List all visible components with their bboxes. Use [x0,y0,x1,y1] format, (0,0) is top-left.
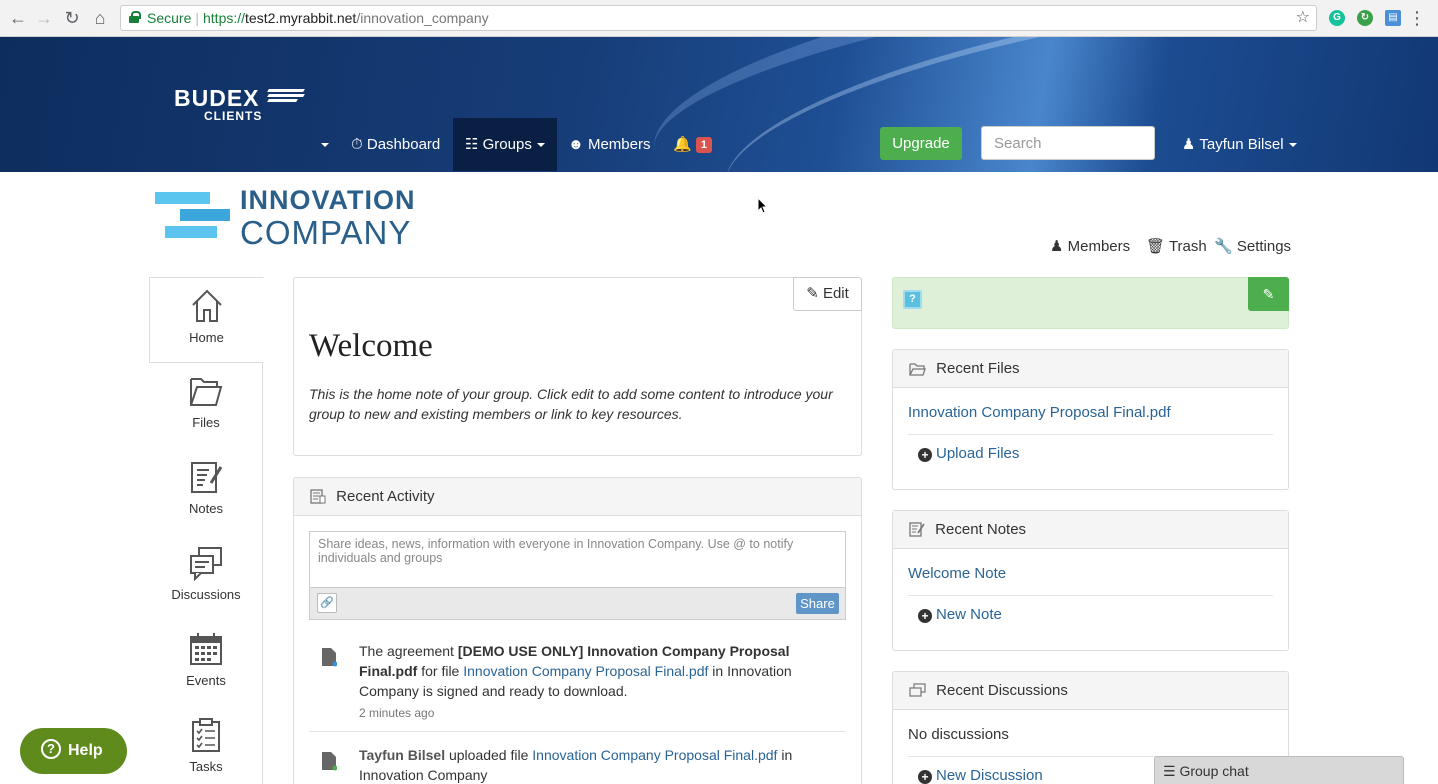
recent-notes-header: Recent Notes [893,511,1288,549]
recent-file-link[interactable]: Innovation Company Proposal Final.pdf [893,404,1171,421]
user-icon: ♟ [1050,238,1064,255]
user-menu[interactable]: ♟ Tayfun Bilsel [1182,118,1297,171]
company-trash-link[interactable]: 🗑 Trash [1146,237,1207,255]
group-sidebar: Home Files Notes Discussions Events Task… [149,277,264,784]
note-icon [909,522,925,537]
browser-menu-icon[interactable]: ⋮ [1408,8,1426,29]
lock-icon [129,11,141,23]
upload-files-link[interactable]: + Upload Files [918,445,1019,462]
activity-timestamp: 2 minutes ago [359,706,435,720]
sitemap-icon: ☷ [465,136,479,153]
new-discussion-link[interactable]: + New Discussion [918,767,1043,784]
nav-groups[interactable]: ☷ Groups [453,118,557,171]
activity-user-name[interactable]: Tayfun Bilsel [359,747,445,763]
budex-logo[interactable]: BUDEX CLIENTS [174,87,305,123]
document-icon [322,752,337,771]
refresh-extension-icon[interactable]: ↻ [1357,10,1373,26]
mouse-cursor-icon [757,197,769,214]
link-icon[interactable]: 🔗 [317,593,337,613]
info-box: ? ✎ [892,277,1289,329]
no-discussions-text: No discussions [908,726,1009,743]
bell-icon: 🔔 [673,136,692,153]
discussions-icon [190,547,222,581]
trash-icon: 🗑 [1146,238,1166,255]
share-toolbar: 🔗 Share [310,587,845,619]
list-icon: ☰ [1163,763,1176,779]
edit-button[interactable]: ✎ Edit [793,277,862,311]
forward-icon[interactable]: → [34,8,54,28]
search-input[interactable] [981,126,1155,160]
new-note-link[interactable]: + New Note [918,606,1002,623]
recent-notes-panel: Recent Notes Welcome Note + New Note [892,510,1289,651]
bookmark-star-icon[interactable]: ☆ [1296,6,1310,30]
note-icon [191,462,223,493]
company-members-link[interactable]: ♟ Members [1050,237,1130,255]
recent-files-panel: Recent Files Innovation Company Proposal… [892,349,1289,490]
activity-item: Tayfun Bilsel uploaded file Innovation C… [309,745,846,784]
pencil-icon: ✎ [806,285,819,302]
clipboard-icon [192,718,220,752]
welcome-title: Welcome [309,328,433,364]
folder-open-icon [190,378,223,406]
company-settings-link[interactable]: 🔧 Settings [1214,237,1291,255]
notification-badge: 1 [695,137,712,154]
activity-file-link[interactable]: Innovation Company Proposal Final.pdf [463,663,708,679]
nav-dropdown-toggle[interactable] [316,118,329,171]
folder-icon [909,363,926,376]
reload-icon[interactable]: ↻ [62,8,82,28]
sidebar-item-tasks[interactable]: Tasks [149,707,263,784]
calendar-icon [190,633,222,665]
grammarly-extension-icon[interactable]: G [1329,10,1345,26]
company-name: INNOVATION COMPANY [240,185,416,251]
welcome-panel: ✎ Edit Welcome This is the home note of … [293,277,862,456]
discussions-icon [909,683,926,697]
sidebar-item-files[interactable]: Files [149,363,263,449]
recent-files-header: Recent Files [893,350,1288,388]
sidebar-item-notes[interactable]: Notes [149,449,263,535]
activity-item: The agreement [DEMO USE ONLY] Innovation… [309,641,846,723]
share-button[interactable]: Share [796,593,839,614]
wrench-icon: 🔧 [1214,238,1233,255]
url-protocol: https:// [203,10,246,26]
welcome-text: This is the home note of your group. Cli… [309,386,833,422]
share-box: 🔗 Share [309,531,846,620]
url-path: /innovation_company [356,10,489,26]
browser-toolbar: ← → ↻ ⌂ Secure | https://test2.myrabbit.ne… [0,0,1438,37]
home-icon[interactable]: ⌂ [90,8,110,28]
help-button[interactable]: ? Help [20,728,127,774]
sidebar-item-discussions[interactable]: Discussions [149,535,263,621]
address-bar[interactable]: Secure | https://test2.myrabbit.net/innova… [120,5,1317,31]
recent-discussions-header: Recent Discussions [893,672,1288,710]
plus-circle-icon: + [918,770,932,784]
share-textarea[interactable] [310,532,845,588]
secure-label: Secure [147,10,192,26]
recent-activity-panel: Recent Activity 🔗 Share The agreement [D… [293,477,862,784]
recent-activity-header: Recent Activity [294,478,861,516]
activity-file-link[interactable]: Innovation Company Proposal Final.pdf [532,747,777,763]
users-icon: ☻ [568,136,584,153]
nav-members[interactable]: ☻ Members [568,118,650,171]
document-icon [322,648,337,667]
home-icon [191,289,222,322]
sidebar-item-home[interactable]: Home [149,277,264,363]
nav-dashboard[interactable]: ⏱ Dashboard [351,118,440,171]
company-logo [155,190,230,242]
plus-circle-icon: + [918,448,932,462]
question-circle-icon: ? [41,739,61,759]
pencil-icon: ✎ [1262,286,1275,302]
user-icon: ♟ [1182,136,1196,153]
nav-notifications[interactable]: 🔔 1 [673,118,712,171]
dashboard-icon: ⏱ [351,136,363,153]
url-host: test2.myrabbit.net [245,10,357,26]
recent-note-link[interactable]: Welcome Note [893,565,1006,582]
sidebar-item-events[interactable]: Events [149,621,263,707]
extension-icon[interactable]: ▤ [1385,10,1401,26]
edit-info-button[interactable]: ✎ [1248,277,1289,311]
back-icon[interactable]: ← [8,8,28,28]
group-chat-button[interactable]: ☰ Group chat [1154,756,1404,784]
question-icon[interactable]: ? [903,290,922,309]
plus-circle-icon: + [918,609,932,623]
upgrade-button[interactable]: Upgrade [880,127,962,160]
activity-icon [310,489,326,504]
